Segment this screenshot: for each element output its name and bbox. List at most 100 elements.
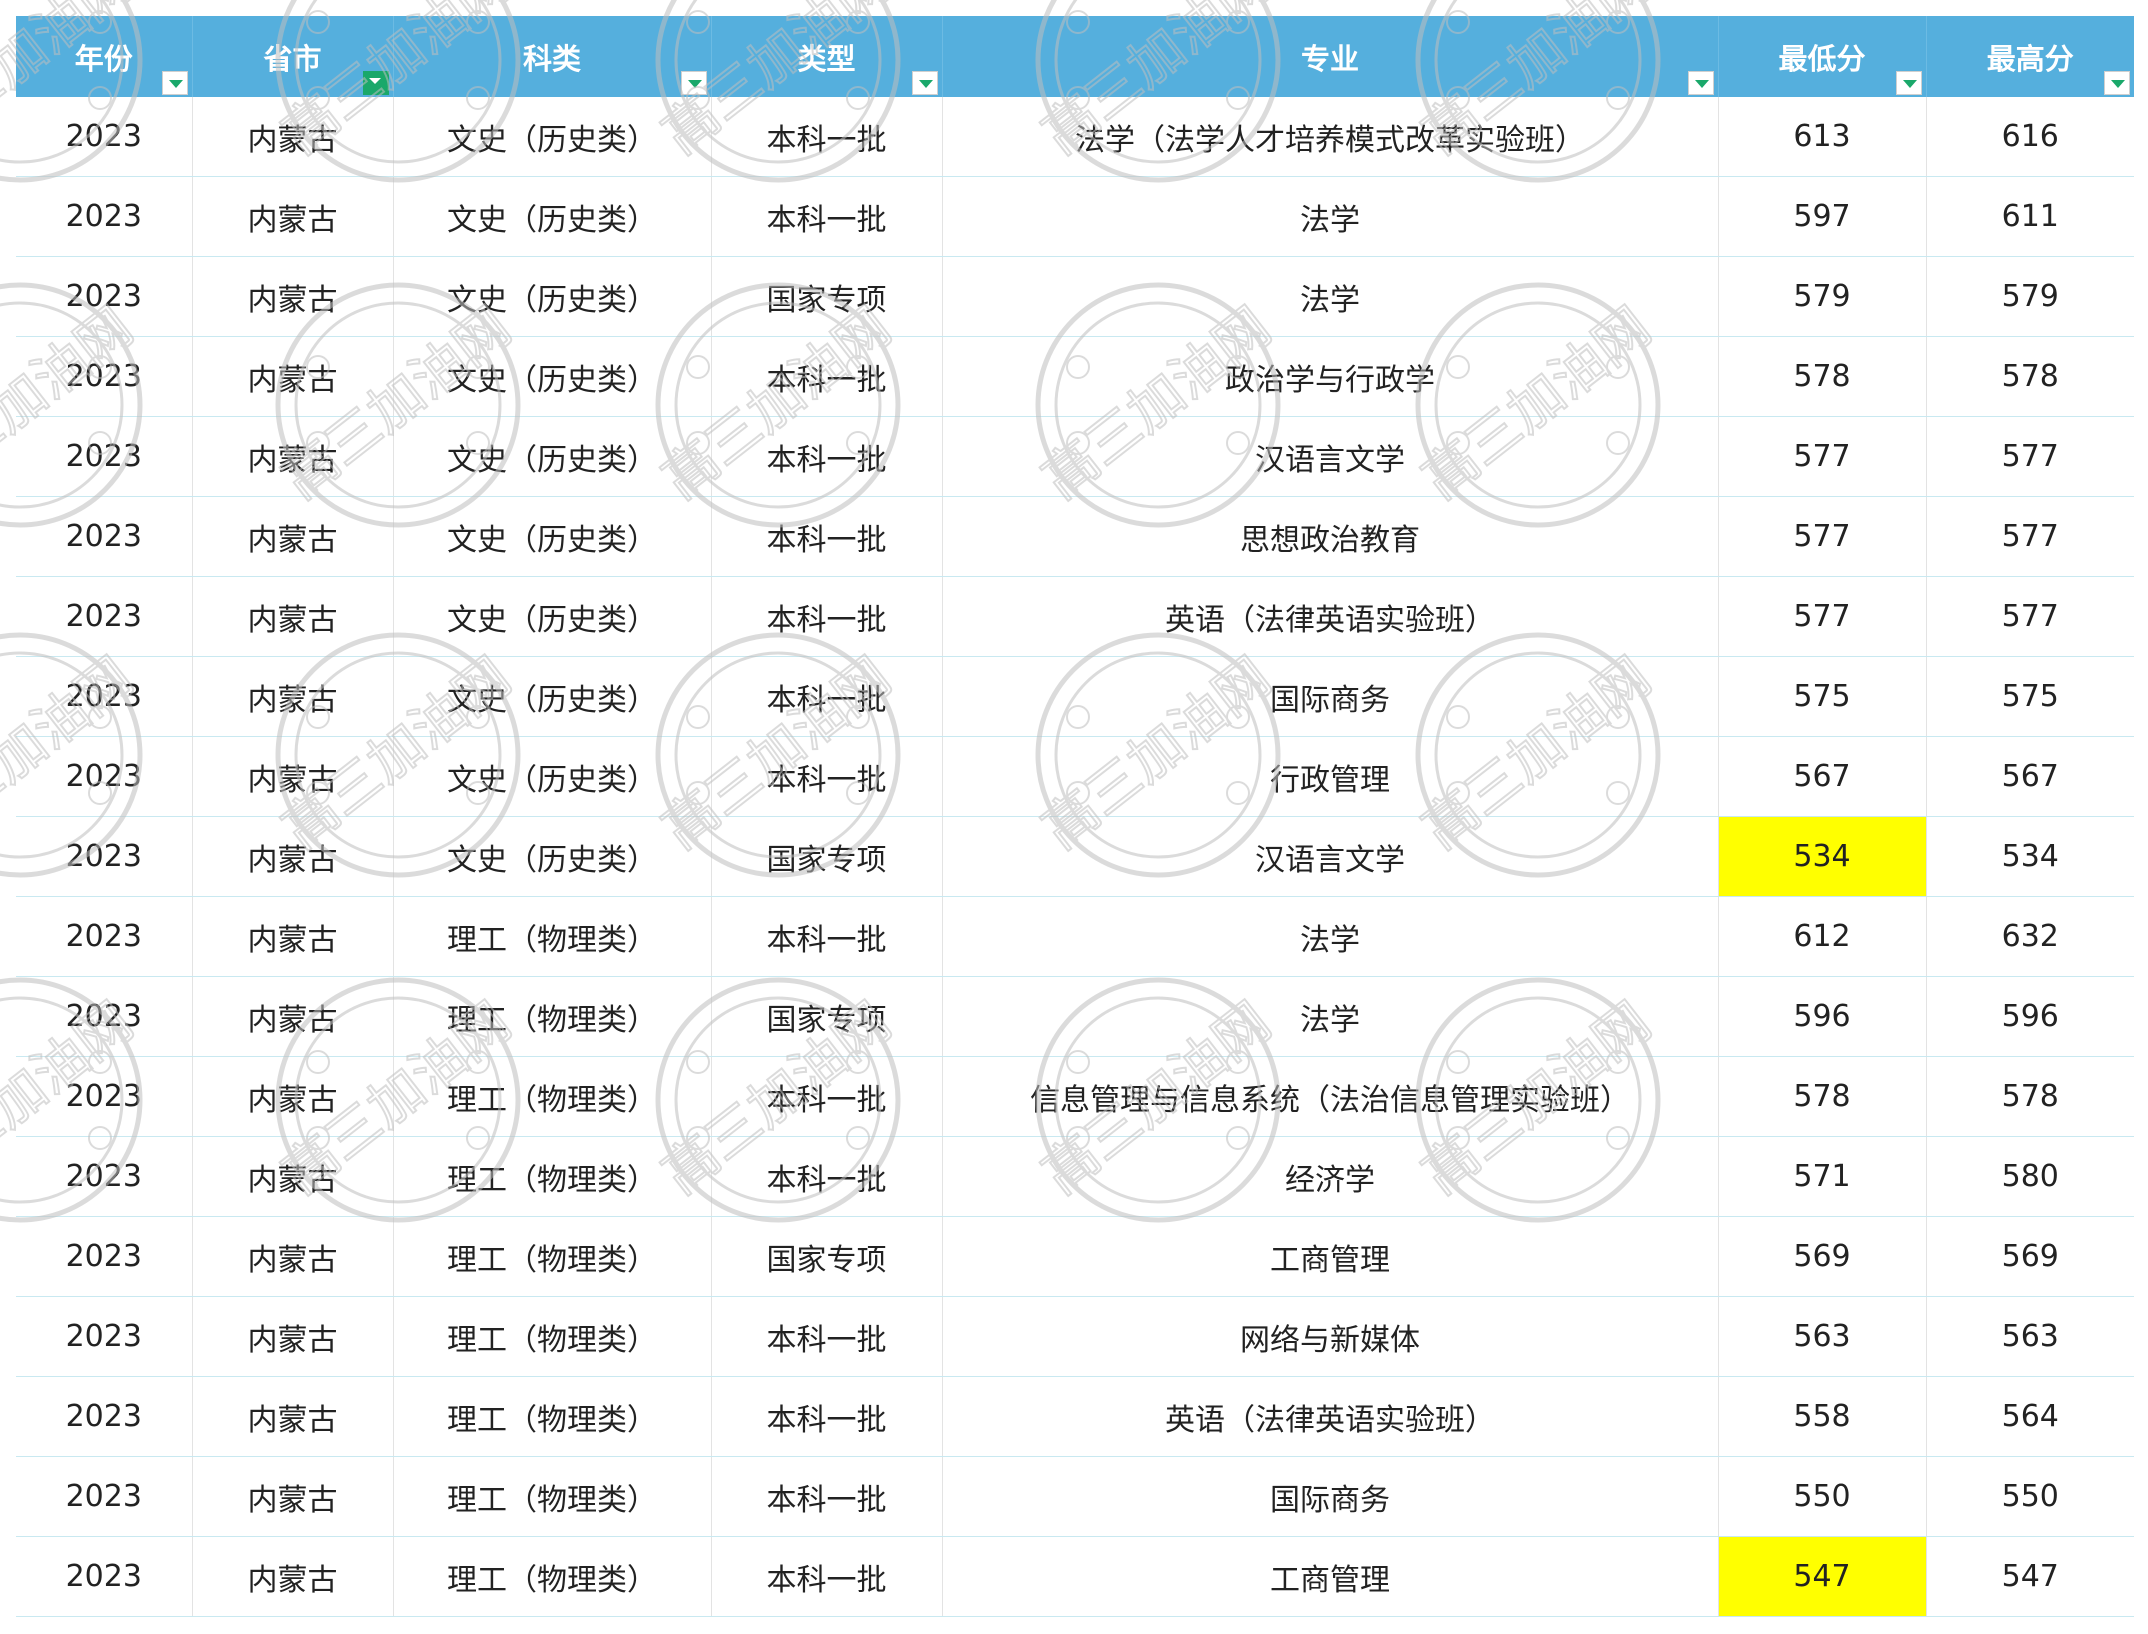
year-cell[interactable]: 2023 xyxy=(16,736,193,817)
max-score-cell[interactable]: 550 xyxy=(1926,1456,2134,1537)
province-cell[interactable]: 内蒙古 xyxy=(192,576,394,657)
min-score-cell[interactable]: 571 xyxy=(1718,1136,1927,1217)
year-cell[interactable]: 2023 xyxy=(16,256,193,337)
year-cell[interactable]: 2023 xyxy=(16,816,193,897)
filter-dropdown-icon[interactable] xyxy=(911,71,938,95)
max-score-cell[interactable]: 577 xyxy=(1926,576,2134,657)
min-score-cell[interactable]: 563 xyxy=(1718,1296,1927,1377)
min-score-cell[interactable]: 558 xyxy=(1718,1376,1927,1457)
province-cell[interactable]: 内蒙古 xyxy=(192,1216,394,1297)
filter-dropdown-icon[interactable] xyxy=(1687,71,1714,95)
province-cell[interactable]: 内蒙古 xyxy=(192,816,394,897)
max-score-cell[interactable]: 563 xyxy=(1926,1296,2134,1377)
year-cell[interactable]: 2023 xyxy=(16,1216,193,1297)
min-score-cell[interactable]: 550 xyxy=(1718,1456,1927,1537)
category-cell[interactable]: 文史（历史类） xyxy=(393,97,712,177)
year-cell[interactable]: 2023 xyxy=(16,896,193,977)
year-cell[interactable]: 2023 xyxy=(16,336,193,417)
min-score-cell[interactable]: 613 xyxy=(1718,97,1927,177)
max-score-cell[interactable]: 569 xyxy=(1926,1216,2134,1297)
filter-dropdown-icon[interactable] xyxy=(1895,71,1922,95)
year-cell[interactable]: 2023 xyxy=(16,176,193,257)
type-cell[interactable]: 本科一批 xyxy=(711,1376,943,1457)
min-score-cell[interactable]: 612 xyxy=(1718,896,1927,977)
major-cell[interactable]: 政治学与行政学 xyxy=(942,336,1719,417)
min-score-cell[interactable]: 577 xyxy=(1718,416,1927,497)
category-cell[interactable]: 文史（历史类） xyxy=(393,656,712,737)
province-cell[interactable]: 内蒙古 xyxy=(192,1456,394,1537)
max-score-cell[interactable]: 567 xyxy=(1926,736,2134,817)
type-cell[interactable]: 本科一批 xyxy=(711,336,943,417)
min-score-cell[interactable]: 575 xyxy=(1718,656,1927,737)
max-score-cell[interactable]: 575 xyxy=(1926,656,2134,737)
year-cell[interactable]: 2023 xyxy=(16,576,193,657)
category-cell[interactable]: 文史（历史类） xyxy=(393,736,712,817)
year-cell[interactable]: 2023 xyxy=(16,1136,193,1217)
province-cell[interactable]: 内蒙古 xyxy=(192,416,394,497)
filter-dropdown-icon[interactable] xyxy=(680,71,707,95)
year-cell[interactable]: 2023 xyxy=(16,1376,193,1457)
type-cell[interactable]: 本科一批 xyxy=(711,1136,943,1217)
major-cell[interactable]: 英语（法律英语实验班） xyxy=(942,1376,1719,1457)
filter-dropdown-icon[interactable] xyxy=(2104,71,2130,95)
year-cell[interactable]: 2023 xyxy=(16,1536,193,1617)
major-cell[interactable]: 网络与新媒体 xyxy=(942,1296,1719,1377)
max-score-cell[interactable]: 578 xyxy=(1926,1056,2134,1137)
max-score-cell[interactable]: 578 xyxy=(1926,336,2134,417)
type-cell[interactable]: 本科一批 xyxy=(711,896,943,977)
filter-dropdown-icon[interactable] xyxy=(161,71,188,95)
type-cell[interactable]: 本科一批 xyxy=(711,1056,943,1137)
major-cell[interactable]: 法学 xyxy=(942,976,1719,1057)
max-score-cell[interactable]: 577 xyxy=(1926,416,2134,497)
min-score-cell[interactable]: 547 xyxy=(1718,1536,1927,1617)
province-cell[interactable]: 内蒙古 xyxy=(192,896,394,977)
max-score-cell[interactable]: 547 xyxy=(1926,1536,2134,1617)
year-cell[interactable]: 2023 xyxy=(16,656,193,737)
type-cell[interactable]: 本科一批 xyxy=(711,736,943,817)
province-cell[interactable]: 内蒙古 xyxy=(192,976,394,1057)
min-score-cell[interactable]: 569 xyxy=(1718,1216,1927,1297)
category-cell[interactable]: 文史（历史类） xyxy=(393,416,712,497)
province-cell[interactable]: 内蒙古 xyxy=(192,1376,394,1457)
year-cell[interactable]: 2023 xyxy=(16,1296,193,1377)
max-score-cell[interactable]: 596 xyxy=(1926,976,2134,1057)
major-cell[interactable]: 工商管理 xyxy=(942,1216,1719,1297)
type-cell[interactable]: 本科一批 xyxy=(711,1296,943,1377)
min-score-cell[interactable]: 596 xyxy=(1718,976,1927,1057)
category-cell[interactable]: 理工（物理类） xyxy=(393,1136,712,1217)
type-cell[interactable]: 本科一批 xyxy=(711,1456,943,1537)
major-cell[interactable]: 法学（法学人才培养模式改革实验班） xyxy=(942,97,1719,177)
category-cell[interactable]: 文史（历史类） xyxy=(393,256,712,337)
major-cell[interactable]: 汉语言文学 xyxy=(942,416,1719,497)
min-score-cell[interactable]: 578 xyxy=(1718,1056,1927,1137)
major-cell[interactable]: 行政管理 xyxy=(942,736,1719,817)
min-score-cell[interactable]: 577 xyxy=(1718,496,1927,577)
type-cell[interactable]: 本科一批 xyxy=(711,576,943,657)
category-cell[interactable]: 理工（物理类） xyxy=(393,1296,712,1377)
category-cell[interactable]: 理工（物理类） xyxy=(393,1456,712,1537)
min-score-cell[interactable]: 579 xyxy=(1718,256,1927,337)
province-cell[interactable]: 内蒙古 xyxy=(192,1136,394,1217)
type-cell[interactable]: 本科一批 xyxy=(711,176,943,257)
major-cell[interactable]: 工商管理 xyxy=(942,1536,1719,1617)
category-cell[interactable]: 文史（历史类） xyxy=(393,496,712,577)
major-cell[interactable]: 法学 xyxy=(942,256,1719,337)
major-cell[interactable]: 英语（法律英语实验班） xyxy=(942,576,1719,657)
type-cell[interactable]: 本科一批 xyxy=(711,416,943,497)
category-cell[interactable]: 理工（物理类） xyxy=(393,1376,712,1457)
min-score-cell[interactable]: 534 xyxy=(1718,816,1927,897)
province-cell[interactable]: 内蒙古 xyxy=(192,736,394,817)
type-cell[interactable]: 国家专项 xyxy=(711,816,943,897)
major-cell[interactable]: 法学 xyxy=(942,896,1719,977)
province-cell[interactable]: 内蒙古 xyxy=(192,1296,394,1377)
year-cell[interactable]: 2023 xyxy=(16,496,193,577)
province-cell[interactable]: 内蒙古 xyxy=(192,97,394,177)
major-cell[interactable]: 经济学 xyxy=(942,1136,1719,1217)
min-score-cell[interactable]: 578 xyxy=(1718,336,1927,417)
max-score-cell[interactable]: 632 xyxy=(1926,896,2134,977)
max-score-cell[interactable]: 577 xyxy=(1926,496,2134,577)
category-cell[interactable]: 理工（物理类） xyxy=(393,1216,712,1297)
category-cell[interactable]: 文史（历史类） xyxy=(393,576,712,657)
max-score-cell[interactable]: 534 xyxy=(1926,816,2134,897)
category-cell[interactable]: 文史（历史类） xyxy=(393,176,712,257)
